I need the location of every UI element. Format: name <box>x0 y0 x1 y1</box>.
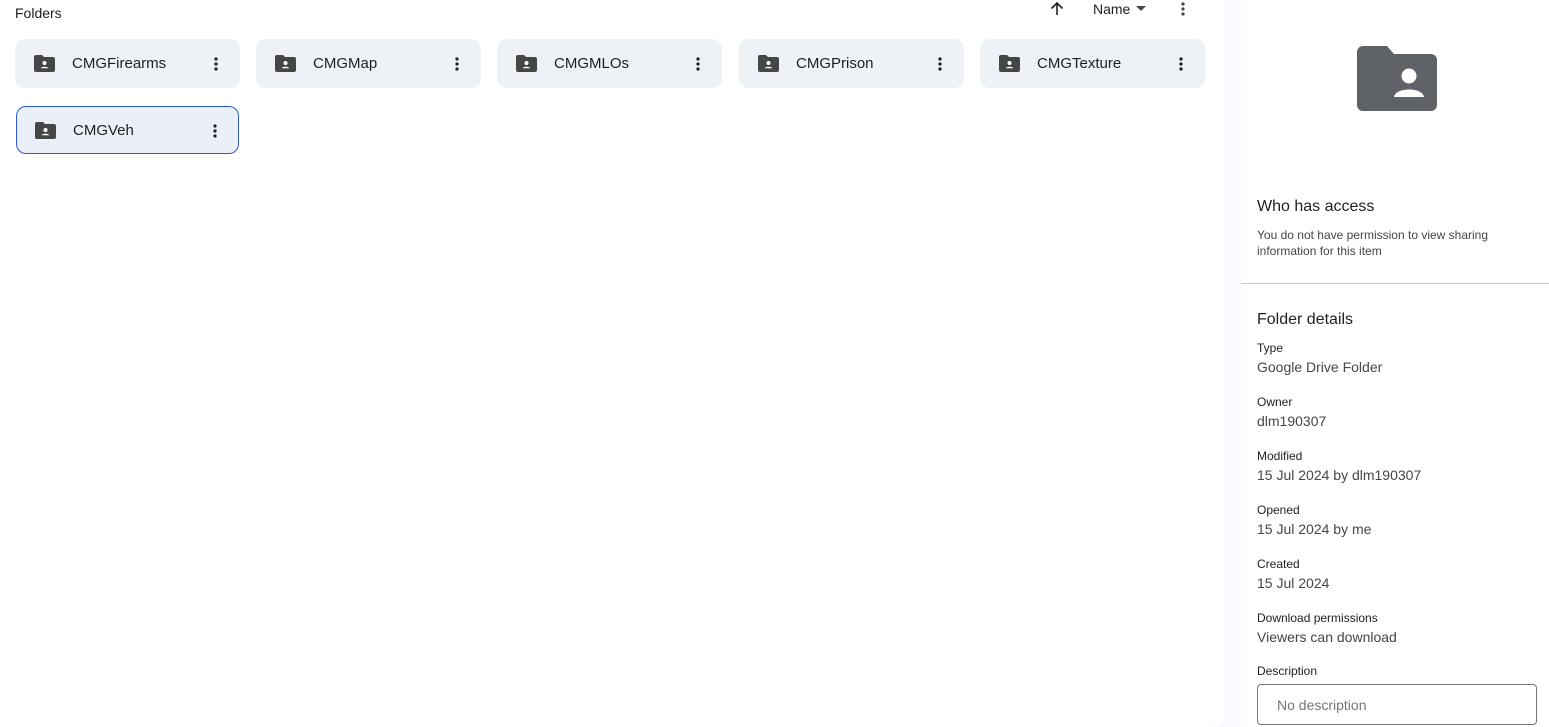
arrow-up-icon <box>1050 2 1064 15</box>
property-owner: Owner dlm190307 <box>1257 395 1326 430</box>
folder-more-button[interactable] <box>688 54 708 74</box>
folder-name: CMGPrison <box>796 55 874 72</box>
property-value: 15 Jul 2024 <box>1257 575 1330 591</box>
folder-details-heading: Folder details <box>1257 311 1354 328</box>
property-label: Owner <box>1257 395 1293 409</box>
shared-folder-icon <box>275 55 296 72</box>
sort-field-button[interactable]: Name <box>1093 1 1147 17</box>
details-panel: Who has access You do not have permissio… <box>1241 0 1549 727</box>
property-label: Type <box>1257 341 1284 355</box>
shared-folder-icon <box>516 55 537 72</box>
folder-card-cmgveh[interactable]: CMGVeh <box>16 106 239 154</box>
more-vert-icon <box>1179 57 1183 71</box>
shared-folder-icon <box>999 55 1020 72</box>
property-value: Viewers can download <box>1257 629 1397 645</box>
more-vert-icon <box>213 124 217 138</box>
folder-name: CMGMap <box>313 55 378 72</box>
folder-name: CMGVeh <box>73 122 134 139</box>
property-type: Type Google Drive Folder <box>1257 341 1382 376</box>
property-label: Created <box>1257 557 1300 571</box>
folder-name: CMGMLOs <box>554 55 629 72</box>
who-has-access-heading: Who has access <box>1257 198 1375 215</box>
folder-name: CMGTexture <box>1037 55 1122 72</box>
property-value: Google Drive Folder <box>1257 359 1383 375</box>
shared-folder-icon <box>34 55 55 72</box>
property-value: 15 Jul 2024 by dlm190307 <box>1257 467 1422 483</box>
folder-list-pane: Folders Name CMGFirearms CMGMap CMGMLOs … <box>0 0 1225 727</box>
folder-more-button[interactable] <box>447 54 467 74</box>
folder-card-cmgfirearms[interactable]: CMGFirearms <box>15 39 240 88</box>
more-vert-icon <box>214 57 218 71</box>
property-label: Modified <box>1257 449 1303 463</box>
section-title: Folders <box>15 5 62 21</box>
property-download-permissions: Download permissions Viewers can downloa… <box>1257 611 1397 646</box>
shared-folder-icon <box>1357 46 1437 111</box>
description-input[interactable] <box>1257 684 1537 725</box>
property-opened: Opened 15 Jul 2024 by me <box>1257 503 1371 538</box>
property-label: Download permissions <box>1257 611 1378 625</box>
property-value: dlm190307 <box>1257 413 1327 429</box>
more-options-button[interactable] <box>1174 0 1192 18</box>
sort-direction-button[interactable] <box>1047 0 1067 18</box>
property-value: 15 Jul 2024 by me <box>1257 521 1372 537</box>
divider <box>1241 283 1549 284</box>
folder-name: CMGFirearms <box>72 55 167 72</box>
shared-folder-icon <box>758 55 779 72</box>
folder-more-button[interactable] <box>206 54 226 74</box>
sort-field-label: Name <box>1093 1 1131 17</box>
property-modified: Modified 15 Jul 2024 by dlm190307 <box>1257 449 1421 484</box>
folder-card-cmgmap[interactable]: CMGMap <box>256 39 481 88</box>
folder-more-button[interactable] <box>1171 54 1191 74</box>
folder-card-cmgtexture[interactable]: CMGTexture <box>980 39 1205 88</box>
description-label: Description <box>1257 664 1318 678</box>
access-message: You do not have permission to view shari… <box>1257 228 1489 258</box>
more-vert-icon <box>455 57 459 71</box>
caret-down-icon <box>1136 6 1147 11</box>
folder-more-button[interactable] <box>205 121 225 141</box>
more-vert-icon <box>938 57 942 71</box>
folder-more-button[interactable] <box>930 54 950 74</box>
property-label: Opened <box>1257 503 1300 517</box>
property-created: Created 15 Jul 2024 <box>1257 557 1329 592</box>
more-vert-icon <box>696 57 700 71</box>
folder-card-cmgprison[interactable]: CMGPrison <box>739 39 964 88</box>
more-vert-icon <box>1181 2 1185 16</box>
folder-card-cmgmlos[interactable]: CMGMLOs <box>497 39 722 88</box>
shared-folder-icon <box>35 122 56 139</box>
